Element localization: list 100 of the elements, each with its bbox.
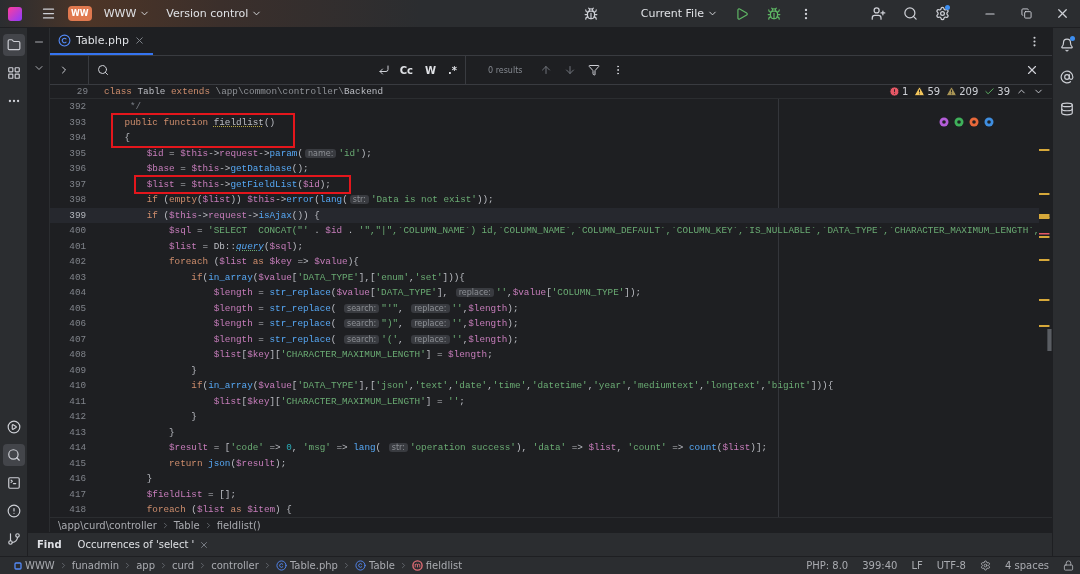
code-line: if(in_array($value['DATA_TYPE'],['json','text','date','time','datetime','year','mediumtext','longtext','bigint'])){	[190, 379, 834, 393]
check-icon	[984, 86, 996, 97]
settings-icon[interactable]	[979, 560, 991, 571]
line-number: 393	[68, 115, 88, 130]
status-item[interactable]: 399:40	[862, 560, 898, 571]
line-number: 397	[68, 177, 88, 192]
search-icon[interactable]	[97, 64, 109, 76]
line-number: 405	[68, 301, 88, 316]
run-config-dropdown[interactable]: Current File	[636, 5, 722, 22]
tool-window-title: Find	[37, 539, 62, 550]
code-line: */	[129, 100, 142, 114]
code-line: $base = $this->getDatabase();	[145, 162, 309, 176]
breadcrumb-item[interactable]: \app\curd\controller	[58, 519, 157, 531]
status-item[interactable]: PHP: 8.0	[806, 560, 849, 571]
inspection-count: 1	[902, 86, 909, 97]
code-line: }	[145, 472, 153, 486]
path-item[interactable]: fieldlist	[425, 560, 463, 571]
code-line: $length = str_replace($value['DATA_TYPE'], replace: '',$value['COLUMN_TYPE']);	[212, 286, 642, 300]
code-line: foreach ($list as $item) {	[145, 503, 292, 517]
line-number: 412	[68, 410, 88, 424]
newline-icon[interactable]	[377, 64, 390, 76]
code-line: $fieldList = [];	[145, 487, 236, 502]
breadcrumb-item[interactable]: Table	[173, 519, 200, 531]
code-line: $list = Db::query($sql);	[168, 239, 303, 254]
folder-icon[interactable]	[2, 34, 25, 56]
code-line: $list[$key]['CHARACTER_MAXIMUM_LENGTH'] = $length;	[212, 348, 493, 362]
line-number: 399	[50, 207, 103, 223]
code-line: {	[123, 131, 130, 145]
line-number: 414	[68, 441, 88, 455]
code-line: $list = $this->getFieldList($id);	[145, 177, 331, 192]
code-line: }	[190, 363, 197, 378]
code-line: if (empty($list)) $this->error(lang( str: 'Data is not exist'));	[145, 193, 494, 207]
path-item[interactable]: funadmin	[71, 560, 120, 571]
code-line: $sql = 'SELECT CONCAT("' . $id . '","|",`COLUMN_NAME`) id,`COLUMN_NAME`,`COLUMN_DEFAULT`,`COLUMN_KEY`,`IS_NULLABLE`,`DATA_TYPE`,`CHARACTER_MAXIMUM_LENGTH`,	[168, 224, 1040, 238]
code-line: $length = str_replace( search: "'", replace: '',$length);	[212, 301, 519, 316]
search-option-toggle[interactable]: W	[422, 64, 438, 76]
error-icon	[889, 86, 901, 97]
search-icon[interactable]	[2, 444, 25, 466]
line-number: 400	[68, 224, 88, 238]
line-number: 416	[68, 472, 88, 486]
line-number: 413	[68, 425, 88, 440]
line-number: 394	[68, 131, 88, 145]
results-tab[interactable]: Occurrences of 'select '	[77, 539, 210, 550]
code-line: $id = $this->request->param( name: 'id');	[145, 146, 372, 161]
app-logo-icon	[8, 6, 22, 21]
line-number: 418	[68, 503, 88, 517]
line-number: 406	[68, 317, 88, 331]
results-count: 0 results	[488, 65, 523, 75]
path-item[interactable]: app	[136, 560, 156, 571]
code-line: $length = str_replace( search: ")", replace: '',$length);	[212, 317, 519, 331]
status-item[interactable]: LF	[911, 560, 923, 571]
path-item[interactable]: Table.php	[289, 560, 338, 571]
line-number: 396	[68, 162, 88, 176]
path-item[interactable]: WWW	[25, 560, 55, 571]
indent-status[interactable]: 4 spaces	[1004, 560, 1049, 571]
breadcrumb-item[interactable]: fieldlist()	[216, 519, 261, 531]
class-icon	[58, 34, 71, 47]
code-line: $result = ['code' => 0, 'msg' => lang( str: 'operation success'), 'data' => $list, 'count' => count($list)];	[168, 441, 768, 455]
search-option-toggle[interactable]: .*	[445, 64, 459, 76]
line-number: 398	[68, 193, 88, 207]
inspection-count: 39	[997, 86, 1010, 97]
warning-icon	[946, 86, 958, 97]
path-item[interactable]: curd	[172, 560, 195, 571]
line-number: 402	[68, 255, 88, 269]
line-number: 403	[68, 270, 88, 285]
inspection-count: 209	[959, 86, 979, 97]
project-dropdown[interactable]: WWW	[99, 5, 155, 22]
code-line: }	[190, 410, 197, 424]
code-line: $length = str_replace( search: '(', replace: '',$length);	[212, 332, 519, 347]
line-number: 417	[68, 487, 88, 502]
search-field[interactable]: Cc W .*	[88, 56, 466, 84]
path-item[interactable]: Table	[368, 560, 395, 571]
vcs-dropdown[interactable]: Version control	[162, 5, 267, 22]
inspection-count: 59	[927, 86, 941, 97]
line-number: 401	[68, 239, 88, 254]
line-number: 404	[68, 286, 88, 300]
line-number: 408	[68, 348, 88, 362]
line-number: 29	[75, 84, 89, 99]
project-badge: WW	[68, 6, 92, 21]
code-line: return json($result);	[168, 456, 287, 471]
code-line: $list[$key]['CHARACTER_MAXIMUM_LENGTH'] = '';	[212, 394, 465, 409]
line-number: 411	[68, 394, 88, 409]
class-icon	[275, 560, 287, 571]
code-line: }	[168, 425, 175, 440]
line-number: 410	[68, 379, 88, 393]
warning-icon	[914, 86, 926, 97]
file-tab[interactable]: Table.php	[50, 28, 153, 55]
path-item[interactable]: controller	[211, 560, 259, 571]
line-number: 407	[68, 332, 88, 347]
code-line: class Table extends \app\common\controller\Backend	[104, 86, 383, 97]
square-icon	[14, 561, 22, 570]
search-option-toggle[interactable]: Cc	[397, 64, 415, 76]
status-item[interactable]: UTF-8	[936, 560, 966, 571]
method-icon	[411, 560, 423, 571]
code-line: public function fieldlist()	[123, 115, 276, 130]
line-number: 415	[68, 456, 88, 471]
line-number: 395	[68, 146, 88, 161]
lock-icon[interactable]	[1063, 560, 1074, 571]
class-icon	[354, 560, 366, 571]
code-line: if(in_array($value['DATA_TYPE'],['enum','set'])){	[190, 270, 465, 285]
